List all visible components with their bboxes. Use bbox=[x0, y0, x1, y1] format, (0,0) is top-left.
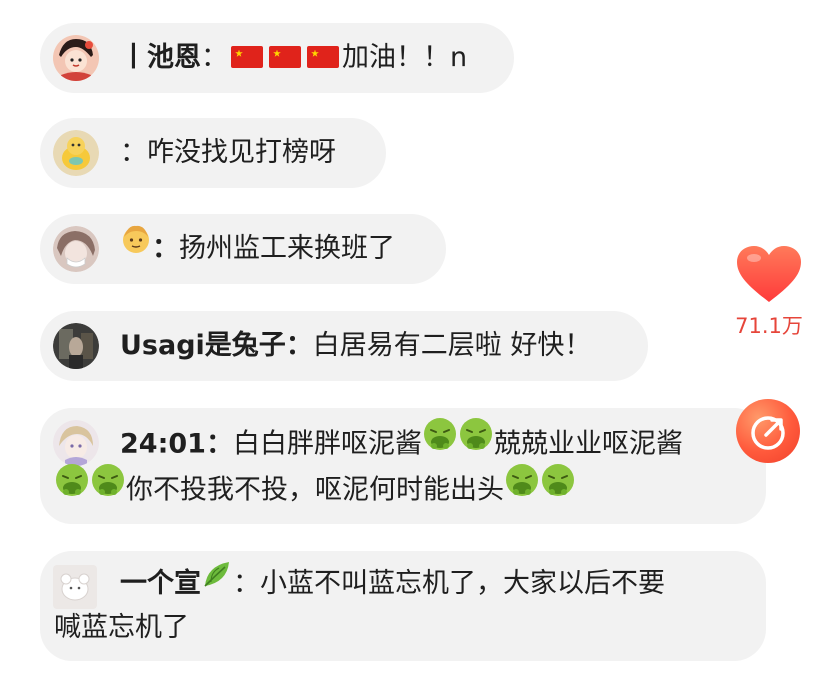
nauseated-face-emoji-icon bbox=[422, 416, 458, 468]
avatar[interactable] bbox=[53, 226, 99, 272]
name-separator: ： bbox=[201, 42, 228, 73]
leaf-emoji-icon bbox=[201, 558, 233, 606]
share-button[interactable] bbox=[736, 399, 800, 463]
share-arrow-icon bbox=[751, 416, 785, 450]
comment-text: 小蓝不叫蓝忘机了，大家以后不要 bbox=[260, 568, 665, 599]
flag-icon bbox=[307, 45, 339, 68]
heart-icon bbox=[737, 246, 801, 302]
like-button[interactable] bbox=[734, 244, 804, 306]
avatar[interactable] bbox=[53, 35, 99, 81]
comment-text: 白居易有二层啦 好快！ bbox=[312, 330, 592, 361]
nauseated-face-emoji-icon bbox=[504, 462, 540, 514]
avatar[interactable] bbox=[53, 323, 99, 369]
comment-text: 扬州监工来换班了 bbox=[179, 233, 395, 264]
name-separator: ： bbox=[120, 137, 147, 168]
comment-bubble[interactable]: 24:01：白白胖胖呕泥酱 兢兢业业呕泥酱 你不投我不投，呕泥何时能出头 bbox=[40, 408, 766, 524]
nauseated-face-emoji-icon bbox=[458, 416, 494, 468]
nauseated-face-emoji-icon bbox=[54, 462, 90, 514]
flag-icon bbox=[231, 45, 263, 68]
comment-bubble[interactable]: ：咋没找见打榜呀 bbox=[40, 118, 386, 188]
comment-text: 喊蓝忘机了 bbox=[54, 612, 189, 643]
older-person-emoji-icon bbox=[120, 223, 152, 271]
commenter-name[interactable]: Usagi是兔子 bbox=[120, 330, 286, 361]
avatar[interactable] bbox=[53, 565, 97, 609]
commenter-name[interactable]: 24:01 bbox=[120, 429, 206, 460]
comment-text: 兢兢业业呕泥酱 bbox=[493, 428, 683, 460]
commenter-name[interactable]: 一个宣 bbox=[120, 568, 201, 599]
comment-text: 你不投我不投，呕泥何时能出头 bbox=[126, 474, 504, 506]
live-comment-area: 丨池恩： 加油！！n ：咋没找见打榜呀 ：扬州监工来换班了 Usagi是兔子：白… bbox=[0, 0, 828, 683]
comment-text: 白白胖胖呕泥酱 bbox=[232, 428, 422, 460]
avatar[interactable] bbox=[53, 420, 99, 466]
comment-bubble[interactable]: Usagi是兔子：白居易有二层啦 好快！ bbox=[40, 311, 648, 381]
comment-text: 咋没找见打榜呀 bbox=[147, 137, 336, 168]
avatar[interactable] bbox=[53, 130, 99, 176]
comment-bubble[interactable]: ：扬州监工来换班了 bbox=[40, 214, 446, 284]
name-separator: ： bbox=[152, 233, 179, 264]
flag-icon bbox=[269, 45, 301, 68]
commenter-name[interactable]: 丨池恩 bbox=[120, 42, 201, 73]
comment-bubble[interactable]: 一个宣 ：小蓝不叫蓝忘机了，大家以后不要 喊蓝忘机了 bbox=[40, 551, 766, 661]
nauseated-face-emoji-icon bbox=[540, 462, 576, 514]
like-count: 71.1万 bbox=[735, 314, 803, 338]
comment-text: 加油！！n bbox=[342, 42, 468, 73]
nauseated-face-emoji-icon bbox=[90, 462, 126, 514]
name-separator: ： bbox=[285, 330, 313, 361]
name-separator: ： bbox=[233, 568, 260, 599]
name-separator: ： bbox=[205, 428, 233, 460]
comment-bubble[interactable]: 丨池恩： 加油！！n bbox=[40, 23, 514, 93]
